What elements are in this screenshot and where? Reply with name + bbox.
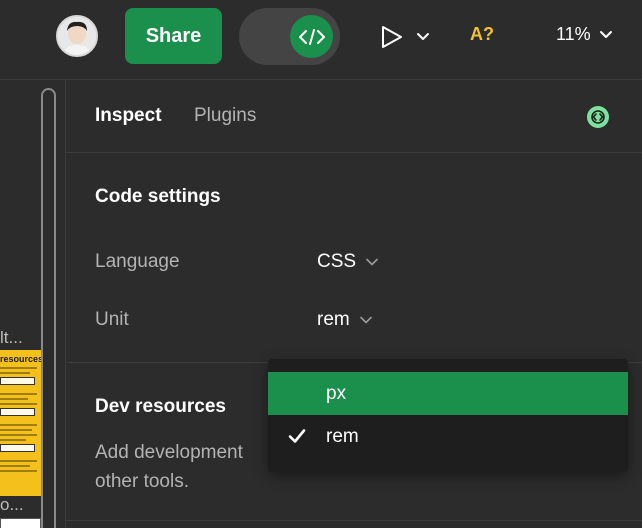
user-avatar[interactable] [56, 15, 98, 57]
chevron-down-icon [417, 33, 429, 40]
panel-tabs: Inspect Plugins [67, 80, 642, 153]
canvas-frame-preview: resources [0, 350, 41, 496]
present-button[interactable] [378, 20, 434, 54]
unit-select[interactable]: rem [317, 309, 372, 331]
canvas-card-heading: resources [0, 354, 41, 364]
chevron-down-icon [366, 258, 378, 266]
zoom-level: 11% [556, 24, 591, 44]
unit-option-px[interactable]: px [268, 372, 628, 415]
canvas-partial-text: o... [0, 495, 24, 514]
code-settings-title: Code settings [95, 186, 221, 207]
language-label: Language [95, 251, 180, 272]
canvas-scrollbar[interactable] [41, 88, 56, 528]
dev-resources-title: Dev resources [95, 396, 226, 417]
option-label: px [326, 382, 347, 404]
language-value: CSS [317, 251, 357, 272]
zoom-menu-button[interactable]: 11% [556, 24, 613, 45]
unit-label: Unit [95, 309, 129, 330]
description-line: other tools. [95, 471, 189, 492]
checkmark-icon [288, 429, 306, 443]
canvas-area[interactable]: lt... resources o... [0, 80, 66, 528]
description-line: Add development [95, 442, 243, 463]
unit-option-rem[interactable]: rem [268, 415, 628, 458]
avatar-image [58, 17, 96, 55]
top-toolbar: Share A? 11% [0, 0, 642, 80]
dev-mode-status-icon[interactable] [587, 106, 609, 128]
accessibility-check-button[interactable]: A? [470, 24, 494, 45]
chevron-down-icon [599, 30, 612, 38]
language-select[interactable]: CSS [317, 251, 378, 273]
play-icon [382, 26, 402, 48]
dev-mode-toggle[interactable] [239, 8, 340, 65]
canvas-frame-preview [0, 518, 41, 528]
option-label: rem [326, 425, 359, 447]
canvas-partial-text: lt... [0, 328, 23, 347]
share-button[interactable]: Share [125, 8, 222, 64]
tab-plugins[interactable]: Plugins [194, 105, 256, 127]
dev-resources-description: Add development other tools. [95, 438, 295, 496]
tab-inspect[interactable]: Inspect [95, 105, 162, 127]
unit-dropdown-menu: px rem [268, 359, 628, 472]
code-brackets-icon [290, 15, 333, 58]
section-divider [67, 520, 642, 521]
chevron-down-icon [359, 316, 372, 324]
unit-value: rem [317, 309, 350, 330]
